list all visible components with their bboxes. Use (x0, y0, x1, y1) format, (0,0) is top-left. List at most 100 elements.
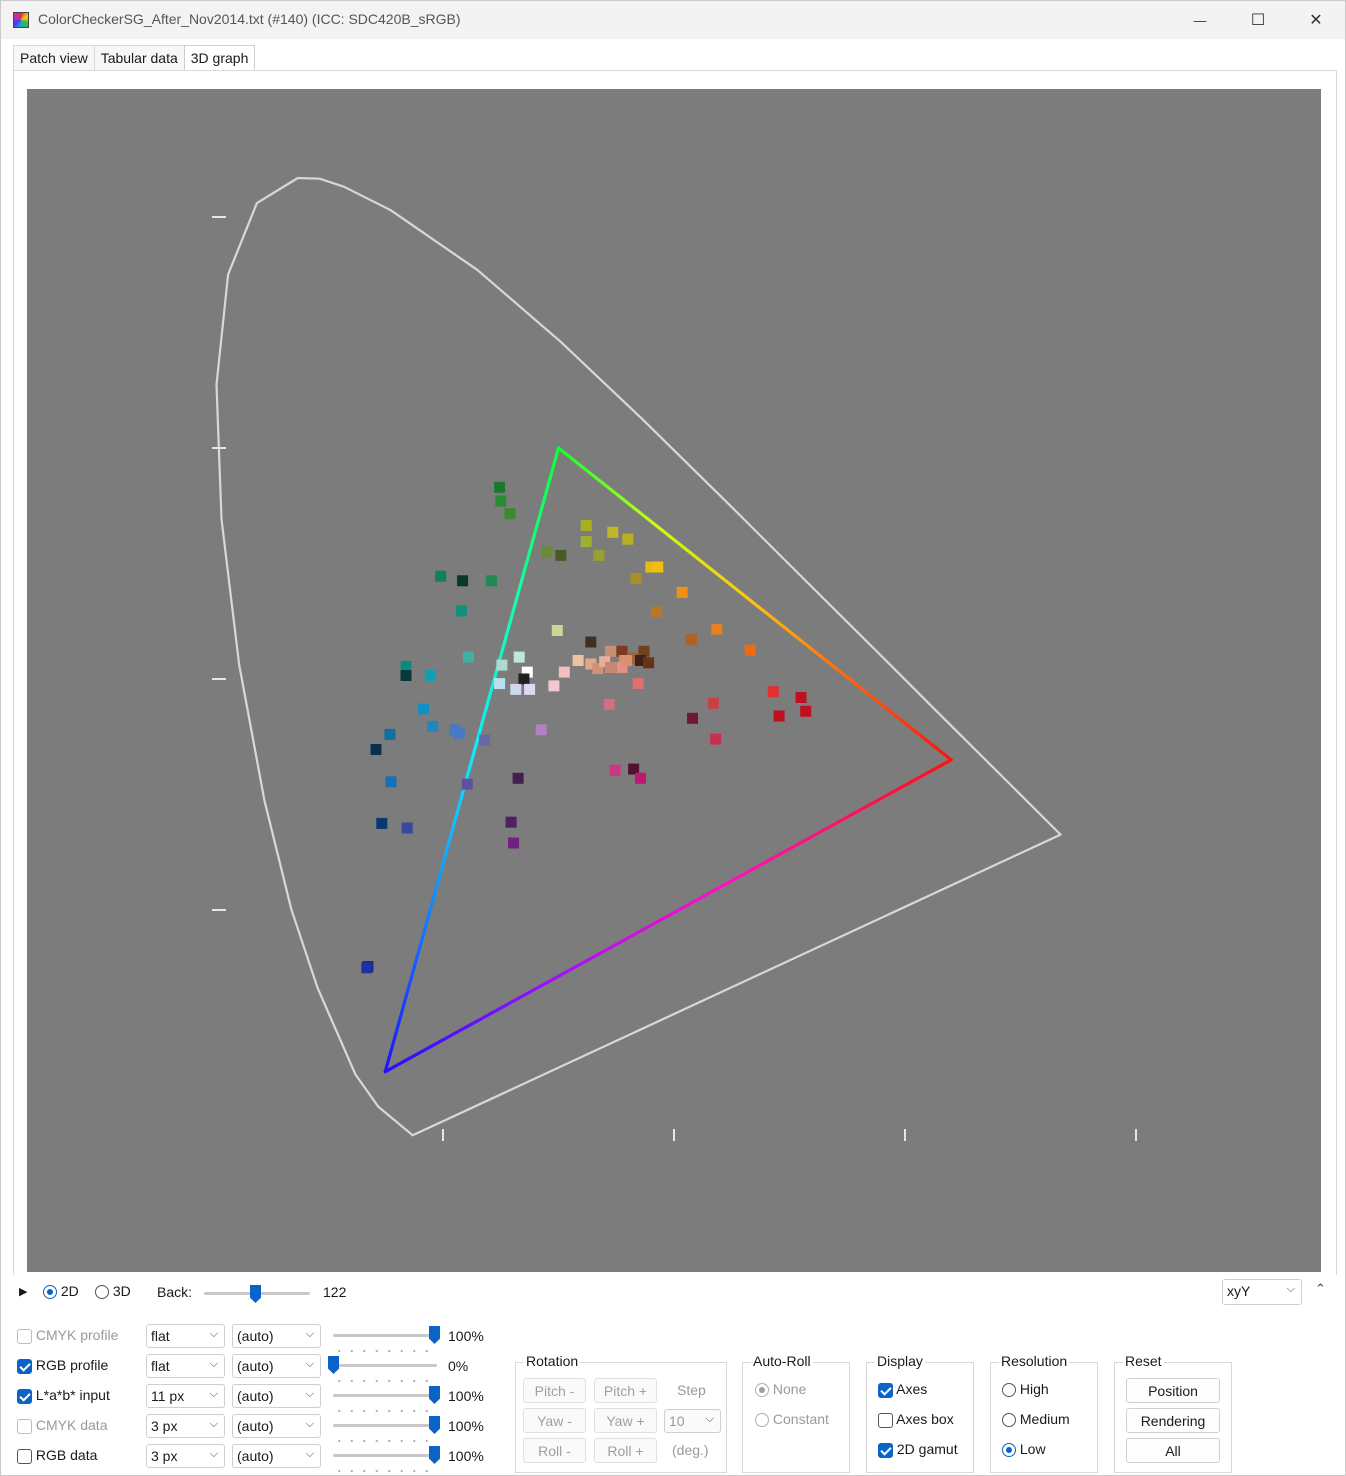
layer-opacity-track[interactable] (333, 1454, 437, 1457)
data-point (622, 533, 634, 545)
data-point (744, 644, 756, 656)
data-point (541, 546, 553, 558)
colorspace-select[interactable]: xyY ⌵ (1222, 1279, 1302, 1305)
resolution-low-radio[interactable]: Low (1002, 1441, 1046, 1458)
layer-opacity-thumb[interactable] (429, 1326, 440, 1344)
layer-checkbox[interactable]: RGB profile (17, 1357, 108, 1374)
chevron-down-icon: ⌵ (1286, 1283, 1295, 1295)
resolution-high-radio[interactable]: High (1002, 1381, 1049, 1398)
chevron-down-icon: ⌵ (209, 1418, 218, 1430)
layer-style-select[interactable]: 11 px ⌵ (146, 1384, 225, 1408)
graph-canvas[interactable] (27, 89, 1321, 1272)
layer-opacity-track[interactable] (333, 1424, 437, 1427)
chevron-down-icon: ⌵ (305, 1328, 314, 1340)
layer-style-select[interactable]: flat ⌵ (146, 1354, 225, 1378)
layer-style-select[interactable]: 3 px ⌵ (146, 1414, 225, 1438)
layer-checkbox[interactable]: L*a*b* input (17, 1387, 110, 1404)
mode-2d-radio[interactable]: 2D (43, 1283, 79, 1300)
data-point (479, 734, 491, 746)
title-bar[interactable]: ColorCheckerSG_After_Nov2014.txt (#140) … (1, 1, 1345, 39)
layer-opacity-thumb[interactable] (429, 1446, 440, 1464)
layer-opacity-thumb[interactable] (429, 1386, 440, 1404)
layer-color-select[interactable]: (auto) ⌵ (232, 1384, 321, 1408)
layer-opacity-thumb[interactable] (328, 1356, 339, 1374)
layer-opacity-value: 100% (448, 1418, 484, 1434)
layer-style-value: 3 px (151, 1448, 178, 1464)
yaw-plus-button[interactable]: Yaw + (594, 1408, 657, 1433)
data-point (593, 549, 605, 561)
layer-opacity-track[interactable] (333, 1394, 437, 1397)
radio-indicator (1002, 1443, 1016, 1458)
gamut-2d-label: 2D gamut (896, 1441, 958, 1457)
rotation-title: Rotation (524, 1353, 581, 1369)
data-point (512, 772, 524, 784)
layer-style-select[interactable]: 3 px ⌵ (146, 1444, 225, 1468)
data-point (508, 837, 519, 849)
gamut-2d-checkbox[interactable]: 2D gamut (878, 1441, 958, 1458)
minimize-button[interactable]: — (1171, 1, 1229, 39)
close-button[interactable]: ✕ (1287, 1, 1345, 39)
data-point (535, 724, 547, 736)
reset-title: Reset (1123, 1353, 1164, 1369)
tab-tabular-data[interactable]: Tabular data (93, 45, 185, 71)
data-point (385, 776, 397, 788)
reset-rendering-button[interactable]: Rendering (1126, 1408, 1220, 1433)
tab-patch-view[interactable]: Patch view (13, 45, 95, 71)
layer-checkbox[interactable]: CMYK data (17, 1417, 107, 1434)
reset-all-button[interactable]: All (1126, 1438, 1220, 1463)
layer-color-select[interactable]: (auto) ⌵ (232, 1414, 321, 1438)
layer-opacity-track[interactable] (333, 1364, 437, 1367)
layer-style-value: 3 px (151, 1418, 178, 1434)
layer-checkbox[interactable]: RGB data (17, 1447, 97, 1464)
maximize-button[interactable]: ☐ (1229, 1, 1287, 39)
data-point (457, 575, 469, 587)
yaw-minus-button[interactable]: Yaw - (523, 1408, 586, 1433)
data-point (773, 710, 785, 722)
data-point (505, 816, 517, 828)
layer-opacity-value: 100% (448, 1448, 484, 1464)
layer-style-value: flat (151, 1358, 170, 1374)
checkbox-indicator (17, 1358, 32, 1374)
auto-roll-none-radio[interactable]: None (755, 1381, 806, 1398)
step-label: Step (677, 1382, 706, 1398)
double-chevron-up-icon[interactable]: ⌃ (1315, 1281, 1326, 1297)
gamut-edge-red-green (556, 446, 953, 762)
window-title: ColorCheckerSG_After_Nov2014.txt (#140) … (38, 11, 461, 27)
data-point (494, 678, 506, 690)
back-slider-thumb[interactable] (250, 1285, 261, 1303)
auto-roll-constant-radio[interactable]: Constant (755, 1411, 829, 1428)
minimize-icon: — (1193, 12, 1207, 28)
step-select[interactable]: 10 ⌵ (664, 1409, 721, 1433)
resolution-medium-radio[interactable]: Medium (1002, 1411, 1070, 1428)
axes-checkbox[interactable]: Axes (878, 1381, 927, 1398)
layer-color-select[interactable]: (auto) ⌵ (232, 1444, 321, 1468)
roll-minus-button[interactable]: Roll - (523, 1438, 586, 1463)
pitch-minus-button[interactable]: Pitch - (523, 1378, 586, 1403)
layer-style-select[interactable]: flat ⌵ (146, 1324, 225, 1348)
layer-checkbox[interactable]: CMYK profile (17, 1327, 118, 1344)
data-point (632, 678, 644, 690)
reset-position-button[interactable]: Position (1126, 1378, 1220, 1403)
layer-label: CMYK data (35, 1417, 108, 1433)
mode-3d-radio[interactable]: 3D (95, 1283, 131, 1300)
layer-opacity-thumb[interactable] (429, 1416, 440, 1434)
checkbox-indicator (17, 1418, 32, 1434)
mode-3d-label: 3D (112, 1283, 131, 1299)
layer-opacity-track[interactable] (333, 1334, 437, 1337)
data-point (572, 655, 584, 666)
checkbox-indicator (878, 1442, 893, 1458)
axes-box-checkbox[interactable]: Axes box (878, 1411, 954, 1428)
radio-indicator (1002, 1413, 1016, 1428)
radio-indicator (755, 1383, 769, 1398)
roll-plus-button[interactable]: Roll + (594, 1438, 657, 1463)
tab-3d-graph[interactable]: 3D graph (183, 45, 256, 72)
expand-arrow-icon[interactable]: ▶ (19, 1285, 27, 1298)
layer-color-select[interactable]: (auto) ⌵ (232, 1324, 321, 1348)
radio-3d-indicator (95, 1285, 109, 1300)
layer-color-select[interactable]: (auto) ⌵ (232, 1354, 321, 1378)
data-point (651, 606, 663, 618)
pitch-plus-button[interactable]: Pitch + (594, 1378, 657, 1403)
data-point (800, 705, 812, 717)
data-point (494, 481, 506, 493)
data-point (605, 662, 616, 673)
